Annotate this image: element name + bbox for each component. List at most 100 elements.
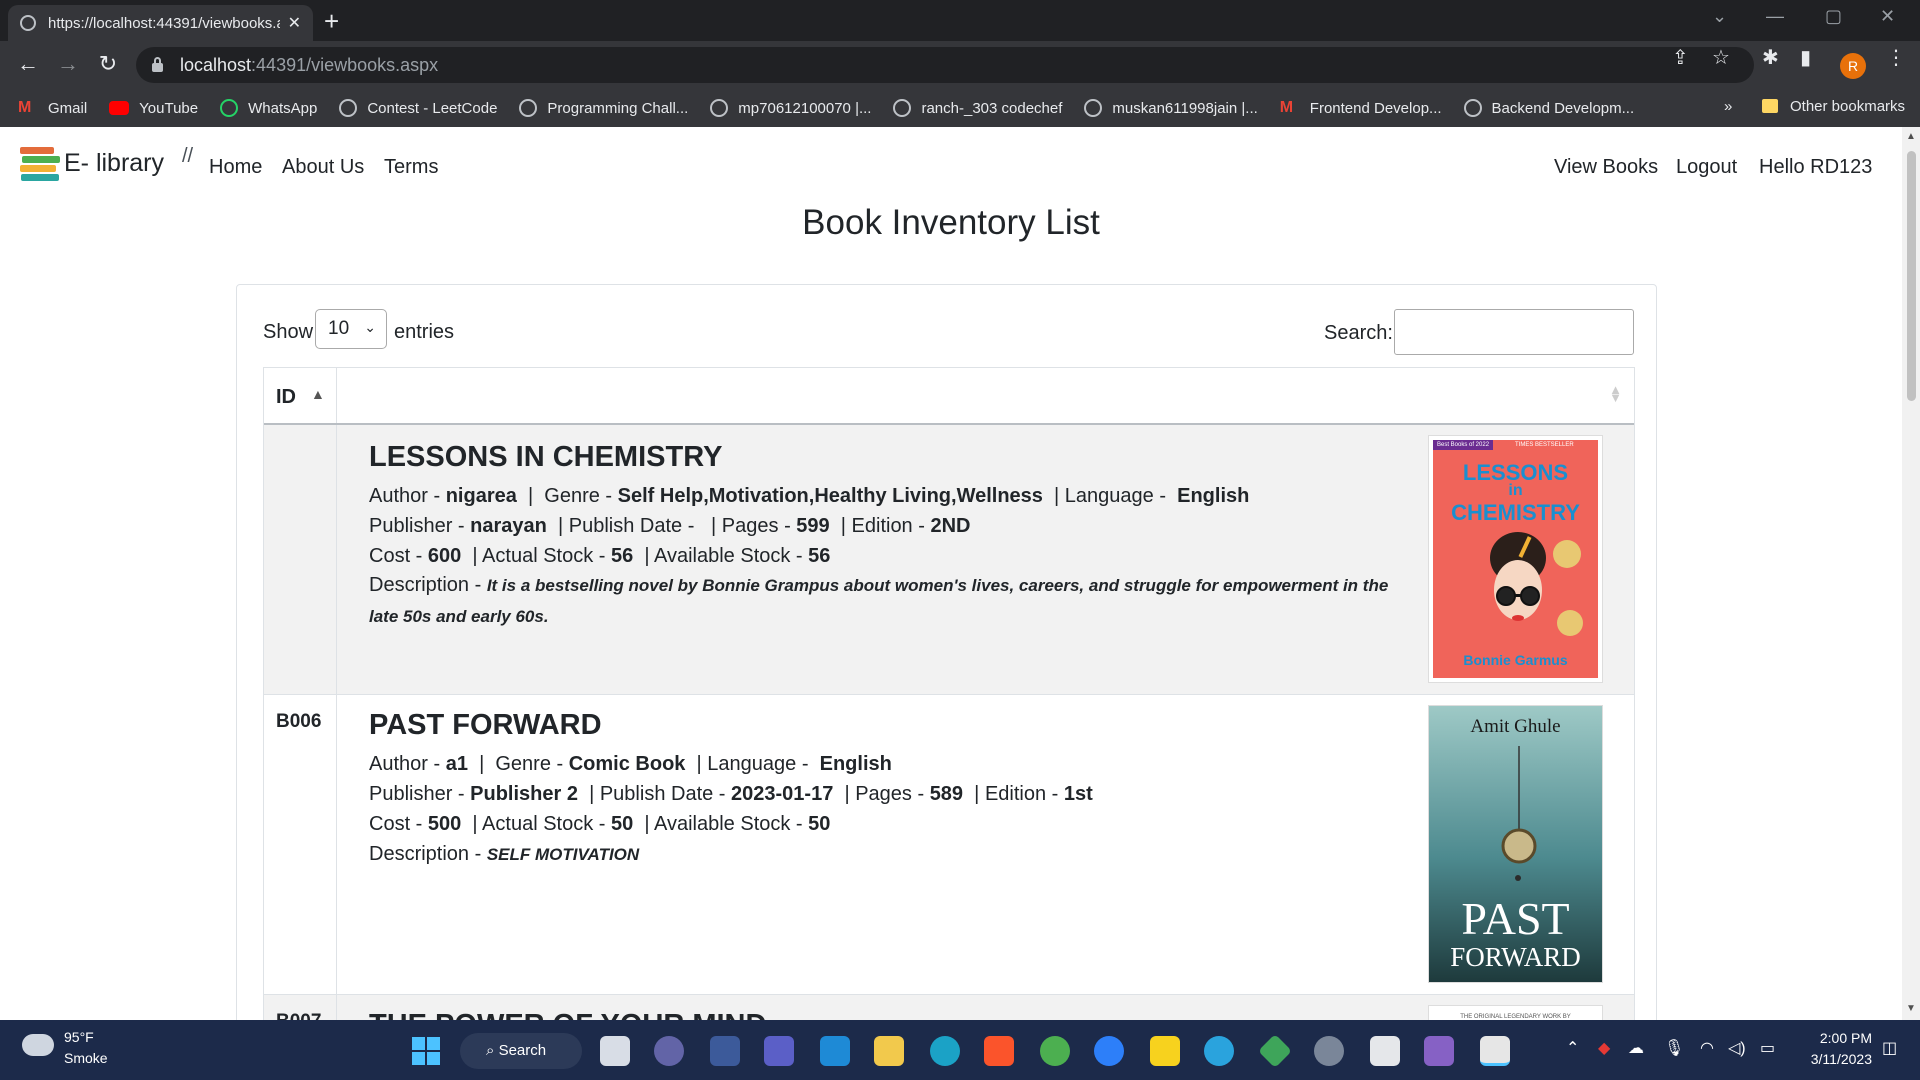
award-seal-icon xyxy=(1557,610,1583,636)
extensions-icon[interactable]: ✱ xyxy=(1762,45,1779,70)
bookmark-programming[interactable]: Programming Chall... xyxy=(519,99,688,117)
bookmark-label: Programming Chall... xyxy=(547,99,689,117)
nav-view-books[interactable]: View Books xyxy=(1554,156,1658,179)
book-id xyxy=(264,425,337,694)
forward-button[interactable]: → xyxy=(54,51,82,77)
taskbar-search[interactable]: ⌕ Search xyxy=(460,1033,582,1069)
bookmark-frontend[interactable]: M Frontend Develop... xyxy=(1280,99,1442,117)
more-bookmarks-button[interactable]: » xyxy=(1724,98,1732,115)
entries-select[interactable]: 10 ⌄ xyxy=(315,309,387,349)
chevron-down-icon[interactable]: ⌄ xyxy=(1712,6,1727,27)
other-bookmarks[interactable]: Other bookmarks xyxy=(1762,98,1905,115)
page-scrollbar[interactable]: ▲ ▼ xyxy=(1902,127,1920,1020)
wifi-icon[interactable]: ◠ xyxy=(1700,1038,1714,1058)
reload-button[interactable]: ↻ xyxy=(94,51,122,77)
back-button[interactable]: ← xyxy=(14,51,42,77)
file-explorer-icon[interactable] xyxy=(874,1036,904,1066)
windows-start-icon[interactable] xyxy=(412,1037,440,1065)
bookmark-leetcode[interactable]: Contest - LeetCode xyxy=(339,99,497,117)
battery-icon[interactable]: ▭ xyxy=(1760,1038,1775,1058)
address-bar[interactable]: localhost:44391/viewbooks.aspx xyxy=(136,47,1754,83)
share-icon[interactable]: ⇪ xyxy=(1672,45,1689,70)
settings-icon[interactable] xyxy=(1314,1036,1344,1066)
bookmark-label: Backend Developm... xyxy=(1491,99,1635,117)
clock-date[interactable]: 3/11/2023 xyxy=(1796,1051,1872,1067)
edge-icon[interactable] xyxy=(930,1036,960,1066)
scroll-up-icon[interactable]: ▲ xyxy=(1906,131,1916,142)
cover-subtitle: THE ORIGINAL LEGENDARY WORK BY xyxy=(1460,1014,1571,1020)
dev-icon[interactable] xyxy=(710,1036,740,1066)
weather-condition[interactable]: Smoke xyxy=(64,1050,108,1066)
microphone-icon[interactable]: 🎙 xyxy=(1664,1038,1684,1058)
cover-title-line-2: FORWARD xyxy=(1450,942,1581,972)
menu-icon[interactable]: ⋮ xyxy=(1886,45,1906,70)
teams-icon[interactable] xyxy=(764,1036,794,1066)
page-viewport: E- library // Home About Us Terms View B… xyxy=(0,127,1902,1020)
vscode-icon[interactable] xyxy=(820,1036,850,1066)
table-header: ID ▲ ▲ ▼ xyxy=(264,368,1634,425)
bookmark-mp[interactable]: mp70612100070 |... xyxy=(710,99,871,117)
nav-hello-user[interactable]: Hello RD123 xyxy=(1759,156,1872,179)
globe-icon xyxy=(339,99,358,117)
brave-icon[interactable] xyxy=(984,1036,1014,1066)
book-description: Description - SELF MOTIVATION xyxy=(369,843,640,865)
weather-temperature[interactable]: 95°F xyxy=(64,1029,94,1045)
sort-icon[interactable]: ▲ ▼ xyxy=(1609,383,1622,404)
active-app-icon[interactable] xyxy=(1480,1036,1510,1066)
chevron-up-icon[interactable]: ⌃ xyxy=(1566,1038,1579,1058)
book-id: B007 xyxy=(264,995,337,1020)
minimize-button[interactable]: — xyxy=(1766,6,1784,27)
sticky-notes-icon[interactable] xyxy=(1150,1036,1180,1066)
book-cover-lessons-in-chemistry: Best Books of 2022 TIMES BESTSELLER LESS… xyxy=(1428,435,1603,683)
search-input[interactable] xyxy=(1394,309,1634,355)
cover-author: Bonnie Garmus xyxy=(1463,652,1568,668)
scroll-down-icon[interactable]: ▼ xyxy=(1906,1003,1916,1014)
maximize-button[interactable]: ▢ xyxy=(1825,6,1842,27)
bookmark-whatsapp[interactable]: WhatsApp xyxy=(220,99,317,117)
cover-line-2: in xyxy=(1508,482,1523,499)
show-label: Show xyxy=(263,321,314,343)
task-view-icon[interactable] xyxy=(600,1036,630,1066)
nav-terms[interactable]: Terms xyxy=(384,156,438,179)
onedrive-icon[interactable]: ☁ xyxy=(1628,1038,1644,1058)
notification-icon[interactable]: ◫ xyxy=(1882,1038,1897,1058)
bookmark-backend[interactable]: Backend Developm... xyxy=(1463,99,1635,117)
sort-ascending-icon: ▲ xyxy=(311,386,325,402)
browser-icon[interactable] xyxy=(1094,1036,1124,1066)
bookmark-gmail[interactable]: M Gmail xyxy=(18,99,87,117)
books-logo-icon[interactable] xyxy=(20,147,60,183)
chrome-icon[interactable] xyxy=(1040,1036,1070,1066)
bookmark-youtube[interactable]: YouTube xyxy=(109,100,198,117)
whatsapp-icon xyxy=(220,99,239,117)
browser-tab[interactable]: https://localhost:44391/viewbooks.aspx ✕ xyxy=(8,5,313,41)
cover-badge: Best Books of 2022 xyxy=(1433,440,1494,450)
nav-logout[interactable]: Logout xyxy=(1676,156,1737,179)
bookmark-codechef[interactable]: ranch-_303 codechef xyxy=(893,99,1062,117)
close-icon[interactable]: ✕ xyxy=(288,13,301,33)
sidepanel-icon[interactable]: ▮ xyxy=(1800,45,1811,70)
speaker-icon[interactable]: ◁) xyxy=(1728,1038,1746,1058)
profile-avatar[interactable]: R xyxy=(1840,53,1866,79)
book-cover-past-forward: Amit Ghule PAST FORWARD xyxy=(1428,705,1603,983)
book-title: THE POWER OF YOUR MIND xyxy=(369,1009,766,1020)
star-icon[interactable]: ☆ xyxy=(1712,45,1730,70)
new-tab-button[interactable]: + xyxy=(324,8,339,34)
git-icon[interactable] xyxy=(1258,1034,1292,1068)
column-header-id[interactable]: ID ▲ xyxy=(264,368,337,423)
weather-cloud-icon[interactable] xyxy=(22,1034,54,1056)
store-icon[interactable] xyxy=(1370,1036,1400,1066)
chat-icon[interactable] xyxy=(654,1036,684,1066)
lock-icon xyxy=(152,56,163,72)
window-close-button[interactable]: ✕ xyxy=(1880,6,1895,27)
entries-label: entries xyxy=(394,321,455,343)
telegram-icon[interactable] xyxy=(1204,1036,1234,1066)
bookmark-muskan[interactable]: muskan611998jain |... xyxy=(1084,99,1258,117)
nav-home[interactable]: Home xyxy=(209,156,262,179)
brand-name[interactable]: E- library xyxy=(64,149,164,178)
visual-studio-icon[interactable] xyxy=(1424,1036,1454,1066)
nav-about-us[interactable]: About Us xyxy=(282,156,364,179)
clock-time[interactable]: 2:00 PM xyxy=(1802,1030,1872,1046)
bookmark-label: WhatsApp xyxy=(248,99,318,117)
scrollbar-thumb[interactable] xyxy=(1907,151,1916,401)
antivirus-icon[interactable]: ◆ xyxy=(1598,1038,1610,1058)
